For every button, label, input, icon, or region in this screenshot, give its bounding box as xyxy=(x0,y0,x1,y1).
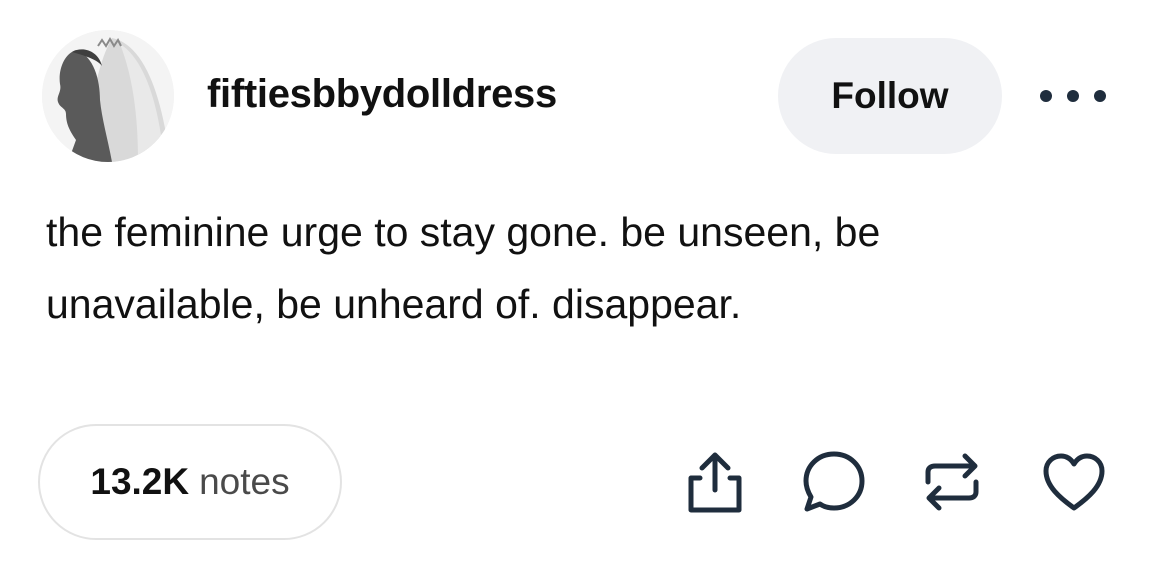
more-dot xyxy=(1094,90,1106,102)
share-icon[interactable] xyxy=(681,448,749,516)
reblog-icon[interactable] xyxy=(918,448,986,516)
avatar[interactable] xyxy=(42,30,174,162)
notes-count: 13.2K xyxy=(90,461,190,502)
reply-icon[interactable] xyxy=(800,448,868,516)
heart-icon[interactable] xyxy=(1040,448,1108,516)
username[interactable]: fiftiesbbydolldress xyxy=(207,72,557,117)
notes-button[interactable]: 13.2K notes xyxy=(38,424,342,540)
tumblr-post: fiftiesbbydolldress Follow the feminine … xyxy=(0,0,1170,581)
more-options-icon[interactable] xyxy=(1040,80,1106,112)
avatar-image xyxy=(42,30,174,162)
more-dot xyxy=(1040,90,1052,102)
follow-button[interactable]: Follow xyxy=(778,38,1002,154)
notes-label: notes xyxy=(199,461,290,502)
more-dot xyxy=(1067,90,1079,102)
post-body-text: the feminine urge to stay gone. be unsee… xyxy=(46,209,881,327)
